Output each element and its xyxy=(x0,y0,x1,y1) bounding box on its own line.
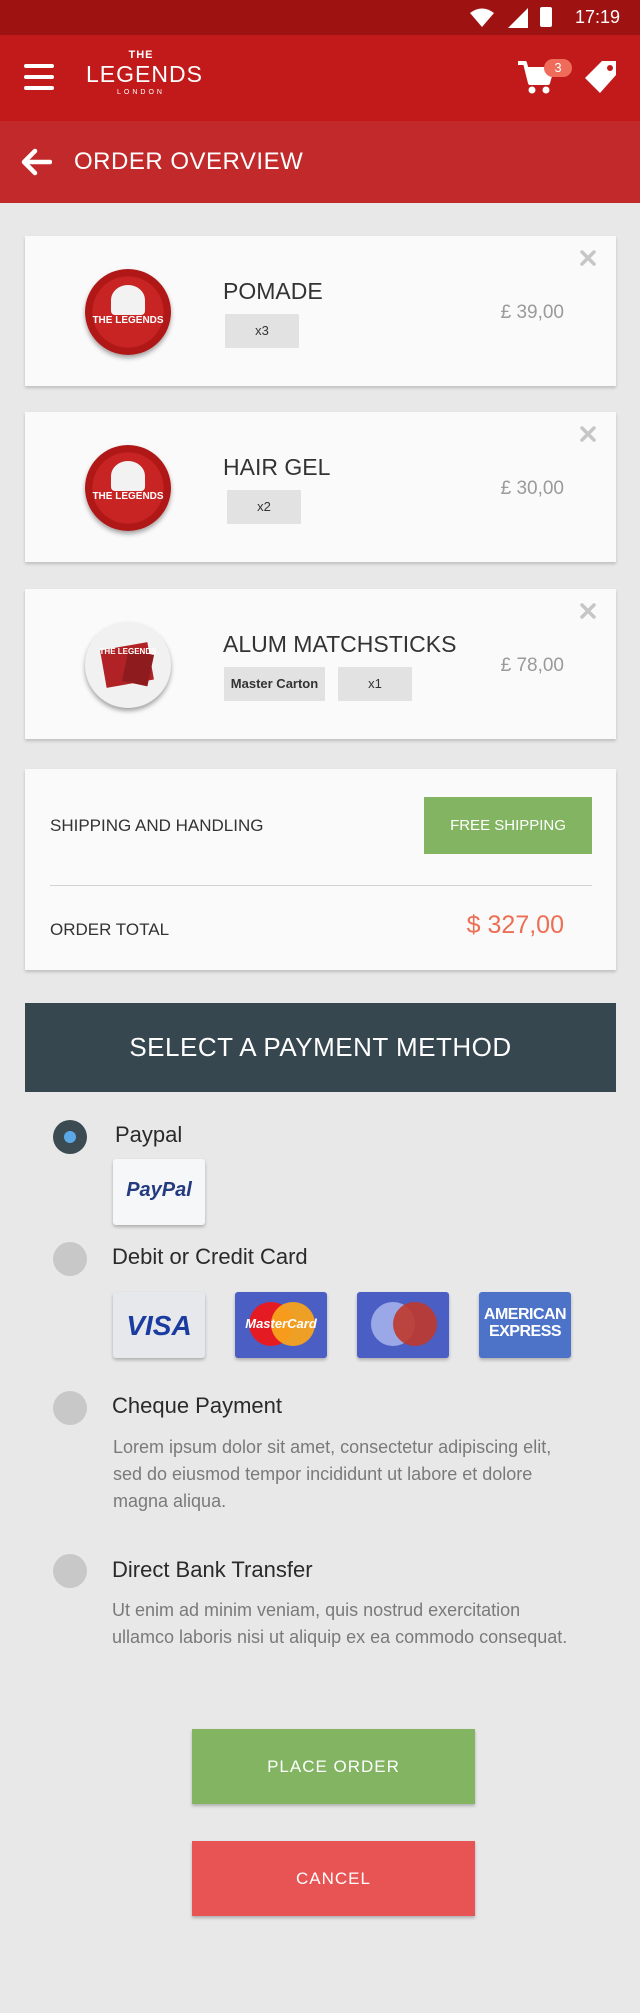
logo-city: LONDON xyxy=(117,89,165,96)
maestro-logo xyxy=(357,1292,449,1358)
back-arrow-icon[interactable] xyxy=(20,147,52,177)
pack-size-chip[interactable]: Master Carton xyxy=(224,667,325,701)
product-name: ALUM MATCHSTICKS xyxy=(223,631,457,657)
card-label[interactable]: Debit or Credit Card xyxy=(112,1244,308,1270)
order-total-label: ORDER TOTAL xyxy=(50,920,170,939)
cheque-description: Lorem ipsum dolor sit amet, consectetur … xyxy=(113,1437,552,1511)
tin-label: THE LEGENDS xyxy=(92,491,164,502)
product-price: £ 78,00 xyxy=(500,655,564,676)
quantity-chip[interactable]: x2 xyxy=(227,490,301,524)
order-summary: SHIPPING AND HANDLING FREE SHIPPING ORDE… xyxy=(25,769,616,970)
remove-item-icon[interactable] xyxy=(580,426,596,442)
bank-transfer-radio[interactable] xyxy=(53,1554,87,1588)
paypal-logo-text: PayPal xyxy=(126,1179,192,1201)
amex-logo-text: AMERICAN EXPRESS xyxy=(483,1306,567,1340)
cart-count-badge: 3 xyxy=(544,59,572,77)
product-image-hair-gel: THE LEGENDS xyxy=(85,445,171,531)
brand-logo[interactable]: THE LEGENDS LONDON xyxy=(86,49,203,109)
page-title: ORDER OVERVIEW xyxy=(74,148,304,175)
order-total-value: $ 327,00 xyxy=(466,911,564,939)
visa-logo: VISA xyxy=(113,1292,205,1358)
logo-the: THE xyxy=(128,49,154,61)
payment-method-header: SELECT A PAYMENT METHOD xyxy=(25,1003,616,1092)
cart-item-pomade: THE LEGENDS POMADE x3 £ 39,00 xyxy=(25,236,616,386)
place-order-button[interactable]: PLACE ORDER xyxy=(192,1729,475,1804)
cheque-radio[interactable] xyxy=(53,1391,87,1425)
card-radio[interactable] xyxy=(53,1242,87,1276)
visa-logo-text: VISA xyxy=(126,1310,192,1341)
mastercard-logo-text: MasterCard xyxy=(245,1316,317,1331)
battery-icon xyxy=(540,7,552,27)
product-image-pomade: THE LEGENDS xyxy=(85,269,171,355)
status-bar: 17:19 xyxy=(0,0,640,35)
menu-icon[interactable] xyxy=(24,64,54,90)
quantity-chip[interactable]: x1 xyxy=(338,667,412,701)
remove-item-icon[interactable] xyxy=(580,603,596,619)
paypal-radio[interactable] xyxy=(53,1120,87,1154)
mastercard-logo: MasterCard xyxy=(235,1292,327,1358)
tin-label: THE LEGENDS xyxy=(92,315,164,326)
wifi-icon xyxy=(470,8,494,27)
tag-icon[interactable] xyxy=(584,59,618,95)
product-price: £ 39,00 xyxy=(500,302,564,323)
bank-transfer-label[interactable]: Direct Bank Transfer xyxy=(112,1557,313,1583)
paypal-label[interactable]: Paypal xyxy=(115,1122,182,1148)
free-shipping-button[interactable]: FREE SHIPPING xyxy=(424,797,592,854)
page-header: ORDER OVERVIEW xyxy=(0,121,640,203)
cart-item-alum-matchsticks: THE LEGENDS ALUM MATCHSTICKS Master Cart… xyxy=(25,589,616,739)
product-image-matchsticks: THE LEGENDS xyxy=(85,622,171,708)
tin-label: THE LEGENDS xyxy=(99,647,157,656)
cheque-label[interactable]: Cheque Payment xyxy=(112,1393,282,1419)
remove-item-icon[interactable] xyxy=(580,250,596,266)
product-name: POMADE xyxy=(223,278,323,304)
product-price: £ 30,00 xyxy=(500,478,564,499)
divider xyxy=(50,885,592,886)
status-time: 17:19 xyxy=(574,7,620,27)
logo-name: LEGENDS xyxy=(86,61,203,87)
cancel-button[interactable]: CANCEL xyxy=(192,1841,475,1916)
amex-logo: AMERICAN EXPRESS xyxy=(479,1292,571,1358)
paypal-logo: PayPal xyxy=(113,1159,205,1225)
quantity-chip[interactable]: x3 xyxy=(225,314,299,348)
app-bar: THE LEGENDS LONDON 3 xyxy=(0,35,640,121)
shipping-label: SHIPPING AND HANDLING xyxy=(50,816,264,835)
signal-icon xyxy=(508,8,528,28)
bank-transfer-description: Ut enim ad minim veniam, quis nostrud ex… xyxy=(112,1600,568,1647)
product-name: HAIR GEL xyxy=(223,454,331,480)
cart-item-hair-gel: THE LEGENDS HAIR GEL x2 £ 30,00 xyxy=(25,412,616,562)
